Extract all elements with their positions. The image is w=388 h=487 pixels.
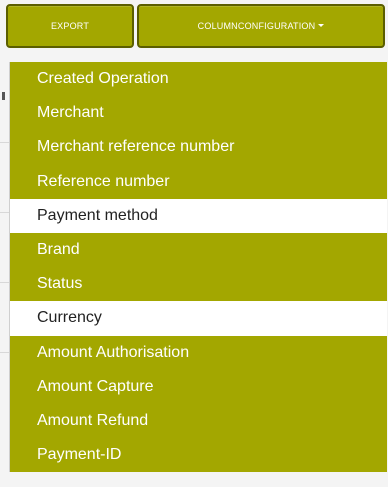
export-button-label: EXPORT [50, 21, 90, 31]
menu-item-payment-method[interactable]: Payment method [10, 198, 387, 233]
menu-item-label: Amount Authorisation [37, 343, 190, 361]
column-configuration-menu: Created Operation Merchant Merchant refe… [9, 62, 387, 473]
export-button[interactable]: EXPORT [6, 4, 134, 48]
menu-item-label: Created Operation [37, 70, 169, 87]
menu-item-label: Amount Refund [37, 411, 149, 429]
menu-item-label: Merchant [37, 104, 104, 122]
menu-item-label: Merchant reference number [37, 138, 235, 156]
menu-item-label: Reference number [37, 172, 170, 190]
column-configuration-button-label: COLUMNCONFIGURATION [197, 21, 316, 31]
menu-item-amount-authorisation[interactable]: Amount Authorisation [10, 335, 387, 370]
menu-item-merchant[interactable]: Merchant [10, 96, 387, 131]
menu-item-label: Payment-ID [37, 446, 122, 464]
background-text-fragment [2, 92, 5, 100]
caret-down-icon [318, 23, 325, 27]
menu-item-label: Currency [37, 309, 102, 327]
menu-item-amount-capture[interactable]: Amount Capture [10, 369, 387, 404]
menu-item-currency[interactable]: Currency [10, 301, 387, 336]
menu-item-merchant-reference-number[interactable]: Merchant reference number [10, 130, 387, 165]
menu-item-amount-refund[interactable]: Amount Refund [10, 403, 387, 439]
toolbar: EXPORT COLUMNCONFIGURATION [6, 4, 386, 48]
menu-item-brand[interactable]: Brand [10, 232, 387, 268]
menu-item-label: Brand [37, 240, 80, 258]
menu-item-created-operation[interactable]: Created Operation [10, 62, 387, 97]
menu-item-label: Amount Capture [37, 377, 154, 395]
column-configuration-button[interactable]: COLUMNCONFIGURATION [137, 4, 385, 48]
menu-item-payment-id[interactable]: Payment-ID [10, 438, 387, 473]
menu-item-reference-number[interactable]: Reference number [10, 164, 387, 199]
menu-item-label: Payment method [37, 206, 158, 224]
menu-item-status[interactable]: Status [10, 267, 387, 302]
menu-item-label: Status [37, 275, 83, 293]
